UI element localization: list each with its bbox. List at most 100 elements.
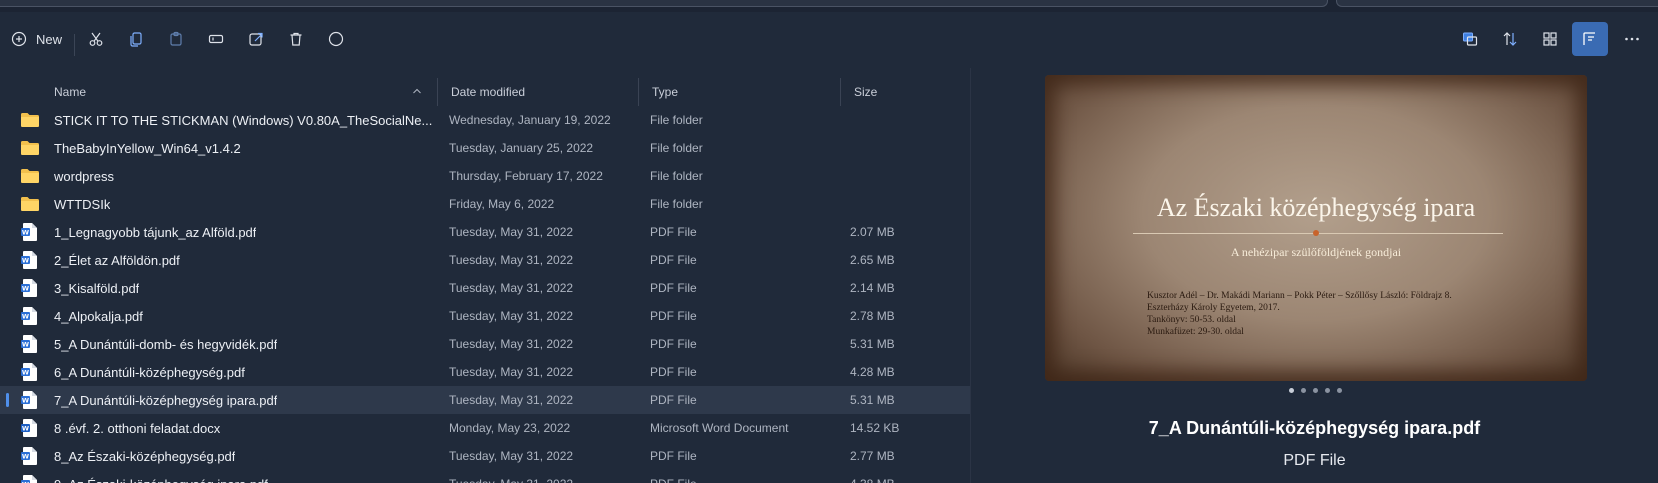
file-type: PDF File xyxy=(650,225,697,239)
file-size: 5.31 MB xyxy=(850,393,895,407)
file-row[interactable]: wordpress Thursday, February 17, 2022 File… xyxy=(0,162,970,190)
file-list: Name Date modified Type Size STICK IT TO… xyxy=(0,78,970,483)
new-button[interactable]: New xyxy=(6,23,64,55)
cut-icon xyxy=(89,32,103,46)
file-size xyxy=(850,134,960,162)
file-name: 9_Az Északi-középhegység ipara.pdf xyxy=(54,477,268,483)
file-name: 6_A Dunántúli-középhegység.pdf xyxy=(54,364,245,380)
more-options-button[interactable] xyxy=(320,23,352,55)
svg-text:W: W xyxy=(22,341,29,349)
selection-indicator xyxy=(6,393,9,407)
sort-button[interactable] xyxy=(1494,23,1526,55)
address-bar[interactable] xyxy=(0,0,1328,7)
file-size: 2.14 MB xyxy=(850,281,895,295)
share-icon xyxy=(249,32,263,46)
cut-button[interactable] xyxy=(80,23,112,55)
page-dot[interactable] xyxy=(1289,388,1294,393)
file-row[interactable]: W 1_Legnagyobb tájunk_az Alföld.pdf Tuesda… xyxy=(0,218,970,246)
file-name: 8 .évf. 2. otthoni feladat.docx xyxy=(54,420,221,436)
pdf-file-icon: W xyxy=(20,470,42,483)
pdf-file-icon: W xyxy=(20,330,42,358)
page-dot[interactable] xyxy=(1337,388,1342,393)
file-name: 8_Az Északi-középhegység.pdf xyxy=(54,448,236,464)
preview-file-type: PDF File xyxy=(1283,452,1346,469)
delete-icon xyxy=(290,32,302,46)
view-icon xyxy=(1543,32,1557,46)
file-date-modified: Monday, May 23, 2022 xyxy=(449,421,571,435)
new-button-label: New xyxy=(36,31,63,47)
preview-pane-toggle[interactable] xyxy=(1454,23,1486,55)
pdf-file-icon: W xyxy=(20,302,42,330)
file-type: PDF File xyxy=(650,337,697,351)
file-row[interactable]: STICK IT TO THE STICKMAN (Windows) V0.80… xyxy=(0,106,970,134)
file-row[interactable]: W 7_A Dunántúli-középhegység ipara.pdf Tue… xyxy=(0,386,970,414)
file-date-modified: Tuesday, May 31, 2022 xyxy=(449,253,574,267)
file-date-modified: Tuesday, January 25, 2022 xyxy=(449,141,594,155)
file-name: 4_Alpokalja.pdf xyxy=(54,308,143,324)
copy-icon xyxy=(130,32,142,47)
svg-text:W: W xyxy=(22,453,29,461)
file-row[interactable]: WTTDSIk Friday, May 6, 2022 File folder xyxy=(0,190,970,218)
search-box[interactable] xyxy=(1336,0,1658,7)
file-row[interactable]: W 9_Az Északi-középhegység ipara.pdf Tuesd… xyxy=(0,470,970,483)
column-header-name[interactable]: Name xyxy=(54,78,86,106)
slide-credit-line: Eszterházy Károly Egyetem, 2017. xyxy=(1147,303,1280,313)
file-row[interactable]: W 4_Alpokalja.pdf Tuesday, May 31, 2022 PDF… xyxy=(0,302,970,330)
column-divider[interactable] xyxy=(638,78,639,106)
page-dot[interactable] xyxy=(1301,388,1306,393)
column-divider[interactable] xyxy=(437,78,438,106)
svg-text:W: W xyxy=(22,397,29,405)
share-button[interactable] xyxy=(240,23,272,55)
file-date-modified: Tuesday, May 31, 2022 xyxy=(449,393,574,407)
see-more-button[interactable] xyxy=(1616,23,1648,55)
column-divider[interactable] xyxy=(840,78,841,106)
file-type: File folder xyxy=(650,141,703,155)
svg-text:W: W xyxy=(22,229,29,237)
delete-button[interactable] xyxy=(280,23,312,55)
toolbar-separator xyxy=(74,34,75,56)
preview-file-name: 7_A Dunántúli-középhegység ipara.pdf xyxy=(1148,418,1481,438)
page-indicator[interactable] xyxy=(1289,388,1342,393)
page-dot[interactable] xyxy=(1325,388,1330,393)
file-row[interactable]: W 8_Az Északi-középhegység.pdf Tuesday, Ma… xyxy=(0,442,970,470)
file-date-modified: Tuesday, May 31, 2022 xyxy=(449,337,574,351)
sort-icon xyxy=(1503,32,1517,46)
file-name: TheBabyInYellow_Win64_v1.4.2 xyxy=(54,140,241,156)
file-row[interactable]: TheBabyInYellow_Win64_v1.4.2 Tuesday, Jan… xyxy=(0,134,970,162)
file-row[interactable]: W 2_Élet az Alföldön.pdf Tuesday, May 31, … xyxy=(0,246,970,274)
file-row[interactable]: W 3_Kisalföld.pdf Tuesday, May 31, 2022 PDF… xyxy=(0,274,970,302)
column-header-date[interactable]: Date modified xyxy=(451,78,525,106)
file-size: 2.78 MB xyxy=(850,309,895,323)
file-type: PDF File xyxy=(650,449,697,463)
file-name: 7_A Dunántúli-középhegység ipara.pdf xyxy=(54,392,278,408)
copy-button[interactable] xyxy=(120,23,152,55)
page-dot[interactable] xyxy=(1313,388,1318,393)
column-header-size[interactable]: Size xyxy=(854,78,877,106)
file-name: wordpress xyxy=(54,168,114,184)
file-size: 4.38 MB xyxy=(850,470,960,483)
column-header-type[interactable]: Type xyxy=(652,78,678,106)
folder-icon xyxy=(20,134,42,162)
rename-button[interactable] xyxy=(200,23,232,55)
paste-button[interactable] xyxy=(160,23,192,55)
file-name: 1_Legnagyobb tájunk_az Alföld.pdf xyxy=(54,224,257,240)
folder-icon xyxy=(20,106,42,134)
view-button[interactable] xyxy=(1534,23,1566,55)
details-pane-button[interactable] xyxy=(1572,22,1608,56)
file-size xyxy=(850,190,960,218)
file-date-modified: Tuesday, May 31, 2022 xyxy=(449,225,574,239)
file-date-modified: Wednesday, January 19, 2022 xyxy=(449,113,611,127)
file-row[interactable]: W 5_A Dunántúli-domb- és hegyvidék.pdf Tue… xyxy=(0,330,970,358)
file-type: File folder xyxy=(650,169,703,183)
file-date-modified: Tuesday, May 31, 2022 xyxy=(449,365,574,379)
file-name: 5_A Dunántúli-domb- és hegyvidék.pdf xyxy=(54,336,278,352)
file-name: 2_Élet az Alföldön.pdf xyxy=(54,252,180,268)
file-row[interactable]: W 6_A Dunántúli-középhegység.pdf Tuesday, … xyxy=(0,358,970,386)
file-date-modified: Thursday, February 17, 2022 xyxy=(449,169,603,183)
file-date-modified: Tuesday, May 31, 2022 xyxy=(449,470,639,483)
sort-ascending-icon xyxy=(413,88,421,94)
slide-subtitle: A nehézipar szülőföldjének gondjai xyxy=(1230,245,1402,259)
slide-credit-line: Tankönyv: 50-53. oldal xyxy=(1147,315,1236,325)
file-type: PDF File xyxy=(650,309,697,323)
file-row[interactable]: W 8 .évf. 2. otthoni feladat.docx Monday, … xyxy=(0,414,970,442)
